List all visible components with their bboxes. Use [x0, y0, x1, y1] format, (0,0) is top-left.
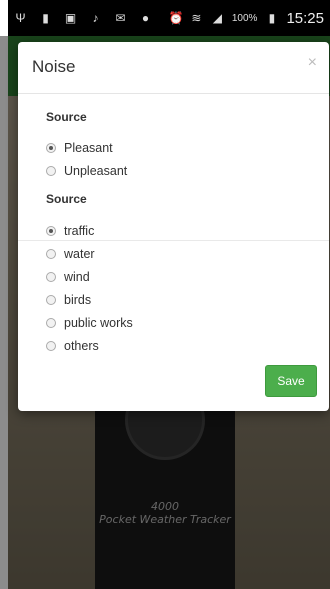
status-icons-left: Ψ ▮ ▣ ♪ ✉ ● [14, 10, 152, 25]
dialog-title: Noise [32, 57, 76, 76]
usb-icon: Ψ [15, 10, 26, 25]
wifi-icon: ≋ [191, 10, 202, 25]
radio-label: Unpleasant [64, 164, 128, 178]
radio-others[interactable]: others [46, 339, 99, 353]
radio-label: others [64, 339, 99, 353]
spotify-icon: ● [141, 10, 150, 25]
radio-button[interactable] [46, 249, 56, 259]
section-label-source-2: Source [46, 192, 87, 206]
image-icon: ▣ [64, 10, 77, 25]
noise-dialog: Noise × Source Pleasant Unpleasant Sourc… [18, 42, 329, 411]
radio-button[interactable] [46, 166, 56, 176]
radio-label: wind [64, 270, 90, 284]
radio-button[interactable] [46, 318, 56, 328]
mail-icon: ✉ [115, 10, 126, 25]
dialog-header: Noise × [18, 42, 329, 94]
screen: Ψ ▮ ▣ ♪ ✉ ● ⏰ ≋ ◢ 100% ▮ 15:25 4000 Pocke… [0, 0, 330, 589]
radio-button[interactable] [46, 341, 56, 351]
radio-pleasant[interactable]: Pleasant [46, 141, 113, 155]
close-button[interactable]: × [308, 54, 317, 72]
radio-birds[interactable]: birds [46, 293, 91, 307]
sd-card-icon: ▮ [42, 10, 49, 25]
radio-button[interactable] [46, 272, 56, 282]
signal-icon: ◢ [212, 10, 222, 25]
divider [18, 240, 329, 241]
save-button[interactable]: Save [265, 365, 317, 397]
radio-label: water [64, 247, 95, 261]
mic-icon: ♪ [92, 10, 99, 25]
section-label-source-1: Source [46, 110, 87, 124]
radio-label: Pleasant [64, 141, 113, 155]
radio-wind[interactable]: wind [46, 270, 90, 284]
radio-water[interactable]: water [46, 247, 95, 261]
battery-icon: ▮ [268, 10, 276, 25]
radio-button[interactable] [46, 295, 56, 305]
battery-percentage: 100% [231, 12, 258, 24]
radio-traffic[interactable]: traffic [46, 224, 94, 238]
radio-unpleasant[interactable]: Unpleasant [46, 164, 127, 178]
radio-public-works[interactable]: public works [46, 316, 133, 330]
radio-label: traffic [64, 224, 95, 238]
status-icons-right: ⏰ ≋ ◢ 100% ▮ 15:25 [169, 10, 324, 27]
radio-label: public works [64, 316, 133, 330]
radio-button[interactable] [46, 143, 56, 153]
radio-button[interactable] [46, 226, 56, 236]
status-bar: Ψ ▮ ▣ ♪ ✉ ● ⏰ ≋ ◢ 100% ▮ 15:25 [8, 0, 330, 36]
radio-label: birds [64, 293, 92, 307]
alarm-icon: ⏰ [168, 10, 184, 25]
clock: 15:25 [286, 9, 324, 27]
